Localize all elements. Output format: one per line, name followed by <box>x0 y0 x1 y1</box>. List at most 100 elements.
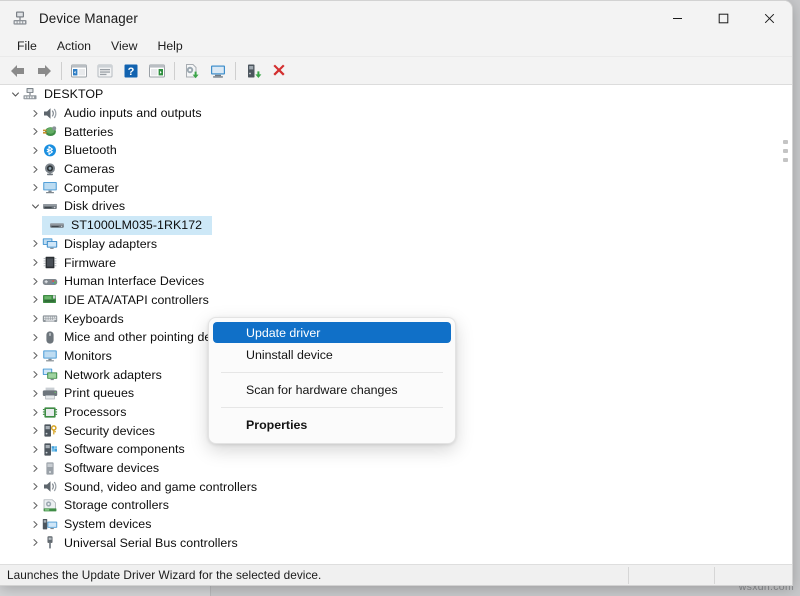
tree-row-software-devices[interactable]: Software devices <box>0 459 792 478</box>
context-menu-separator-2 <box>221 407 443 408</box>
scrollbar-grip[interactable] <box>783 140 788 170</box>
tree-row-root[interactable]: DESKTOP <box>0 85 792 104</box>
tree-row-hid[interactable]: Human Interface Devices <box>0 272 792 291</box>
chevron-right-icon[interactable] <box>30 519 41 530</box>
chevron-down-icon[interactable] <box>10 89 21 100</box>
properties-button[interactable] <box>92 59 118 83</box>
tree-item-label: Network adapters <box>64 368 162 382</box>
maximize-button[interactable] <box>700 1 746 35</box>
system-device-icon <box>41 516 58 532</box>
network-adapter-icon <box>41 367 58 383</box>
menu-file[interactable]: File <box>8 37 46 55</box>
chevron-down-icon[interactable] <box>30 201 41 212</box>
tree-row-storage-controllers[interactable]: Storage controllers <box>0 496 792 515</box>
printer-icon <box>41 385 58 401</box>
close-button[interactable] <box>746 1 792 35</box>
disk-drive-icon <box>41 198 58 214</box>
device-tree[interactable]: DESKTOP Audio inputs and outputs <box>0 85 792 555</box>
chevron-right-icon[interactable] <box>30 108 41 119</box>
chevron-right-icon[interactable] <box>30 481 41 492</box>
tree-item-label: Firmware <box>64 256 116 270</box>
tree-row-disk-drives[interactable]: Disk drives <box>0 197 792 216</box>
hid-icon <box>41 273 58 289</box>
chevron-right-icon[interactable] <box>30 164 41 175</box>
tree-item-label: Software devices <box>64 461 159 475</box>
tree-item-label: Computer <box>64 181 119 195</box>
toolbar: ? <box>0 57 792 85</box>
status-bar: Launches the Update Driver Wizard for th… <box>0 564 793 585</box>
tree-row-firmware[interactable]: Firmware <box>0 253 792 272</box>
chevron-right-icon[interactable] <box>30 425 41 436</box>
device-manager-window: Device Manager File Action View Help <box>0 0 793 586</box>
chevron-right-icon[interactable] <box>30 276 41 287</box>
menu-help[interactable]: Help <box>148 37 191 55</box>
software-device-icon <box>41 460 58 476</box>
tree-item-label: Storage controllers <box>64 498 169 512</box>
tree-row-st1000lm035[interactable]: ST1000LM035-1RK172 <box>0 216 792 235</box>
uninstall-device-button[interactable] <box>266 59 292 83</box>
update-driver-button[interactable] <box>179 59 205 83</box>
back-button[interactable] <box>5 59 31 83</box>
tree-item-label: ST1000LM035-1RK172 <box>71 218 202 232</box>
tree-row-display-adapters[interactable]: Display adapters <box>0 235 792 254</box>
context-menu-separator-1 <box>221 372 443 373</box>
menu-action[interactable]: Action <box>48 37 100 55</box>
enable-device-button[interactable] <box>240 59 266 83</box>
chevron-right-icon[interactable] <box>30 332 41 343</box>
chevron-right-icon[interactable] <box>30 500 41 511</box>
tree-item-label: Print queues <box>64 386 134 400</box>
keyboard-icon <box>41 311 58 327</box>
svg-text:?: ? <box>128 66 135 78</box>
device-manager-icon <box>11 9 29 27</box>
tree-row-bluetooth[interactable]: Bluetooth <box>0 141 792 160</box>
context-menu-item-uninstall-device[interactable]: Uninstall device <box>213 343 451 367</box>
page-root: driver software. wsxdn.com Device Manage… <box>0 0 800 596</box>
context-menu-item-scan-for-hardware-changes[interactable]: Scan for hardware changes <box>213 378 451 402</box>
tree-row-ide-controllers[interactable]: IDE ATA/ATAPI controllers <box>0 291 792 310</box>
tree-row-usb-controllers[interactable]: Universal Serial Bus controllers <box>0 534 792 553</box>
tree-item-label: IDE ATA/ATAPI controllers <box>64 293 209 307</box>
chevron-right-icon[interactable] <box>30 407 41 418</box>
chevron-right-icon[interactable] <box>30 238 41 249</box>
chevron-right-icon[interactable] <box>30 145 41 156</box>
chevron-right-icon[interactable] <box>30 294 41 305</box>
chevron-right-icon[interactable] <box>30 369 41 380</box>
tree-row-batteries[interactable]: Batteries <box>0 122 792 141</box>
tree-item-label: Keyboards <box>64 312 124 326</box>
toolbar-separator-1 <box>61 62 62 80</box>
status-text: Launches the Update Driver Wizard for th… <box>7 568 321 582</box>
help-button[interactable]: ? <box>118 59 144 83</box>
firmware-icon <box>41 255 58 271</box>
tree-row-computer[interactable]: Computer <box>0 178 792 197</box>
forward-button[interactable] <box>31 59 57 83</box>
context-menu-item-properties[interactable]: Properties <box>213 413 451 437</box>
tree-row-sound-video-game[interactable]: Sound, video and game controllers <box>0 477 792 496</box>
processor-icon <box>41 404 58 420</box>
scan-for-hardware-changes-button[interactable] <box>205 59 231 83</box>
chevron-right-icon[interactable] <box>30 257 41 268</box>
tree-row-system-devices[interactable]: System devices <box>0 515 792 534</box>
context-menu-item-update-driver[interactable]: Update driver <box>213 322 451 343</box>
status-separator-2 <box>714 567 715 584</box>
camera-icon <box>41 161 58 177</box>
chevron-right-icon[interactable] <box>30 463 41 474</box>
display-adapter-icon <box>41 236 58 252</box>
speaker-icon <box>41 105 58 121</box>
context-menu: Update driver Uninstall device Scan for … <box>208 317 456 444</box>
chevron-right-icon[interactable] <box>30 388 41 399</box>
tree-row-audio[interactable]: Audio inputs and outputs <box>0 104 792 123</box>
chevron-right-icon[interactable] <box>30 444 41 455</box>
security-device-icon <box>41 423 58 439</box>
tree-row-cameras[interactable]: Cameras <box>0 160 792 179</box>
show-hide-action-pane-button[interactable] <box>144 59 170 83</box>
menu-view[interactable]: View <box>102 37 146 55</box>
tree-item-label: Bluetooth <box>64 143 117 157</box>
minimize-button[interactable] <box>654 1 700 35</box>
tree-item-label: Audio inputs and outputs <box>64 106 202 120</box>
chevron-right-icon[interactable] <box>30 182 41 193</box>
chevron-right-icon[interactable] <box>30 126 41 137</box>
show-hide-console-tree-button[interactable] <box>66 59 92 83</box>
chevron-right-icon[interactable] <box>30 350 41 361</box>
chevron-right-icon[interactable] <box>30 313 41 324</box>
chevron-right-icon[interactable] <box>30 537 41 548</box>
